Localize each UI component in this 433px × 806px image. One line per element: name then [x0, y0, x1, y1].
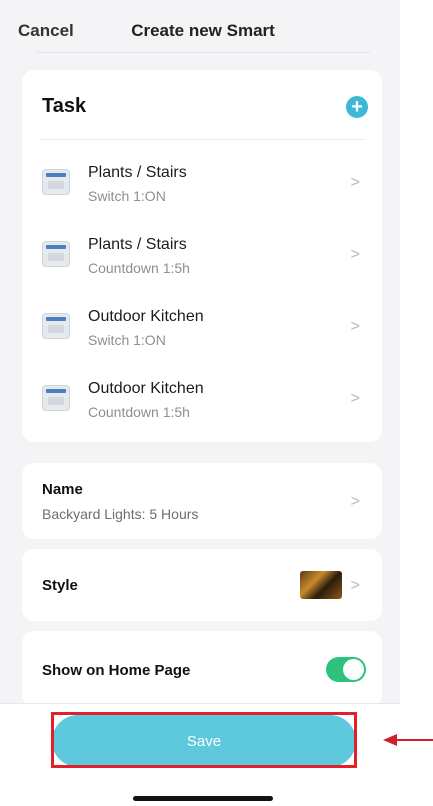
chevron-right-icon: > — [350, 174, 360, 191]
task-item[interactable]: Outdoor Kitchen Countdown 1:5h > — [22, 364, 382, 436]
task-item-status: Switch 1:ON — [88, 188, 166, 204]
style-thumbnail — [300, 571, 342, 599]
header: Cancel Create new Smart — [0, 0, 400, 56]
chevron-right-icon: > — [350, 493, 360, 510]
chevron-right-icon: > — [350, 318, 360, 335]
task-item-status: Countdown 1:5h — [88, 260, 190, 276]
show-on-home-label: Show on Home Page — [42, 662, 191, 679]
chevron-right-icon: > — [350, 246, 360, 263]
home-indicator — [133, 796, 273, 801]
task-divider — [40, 139, 364, 140]
task-item-name: Plants / Stairs — [88, 236, 187, 253]
chevron-right-icon: > — [350, 577, 360, 594]
header-divider — [36, 52, 370, 53]
task-item-status: Countdown 1:5h — [88, 404, 190, 420]
task-item[interactable]: Plants / Stairs Countdown 1:5h > — [22, 220, 382, 292]
task-card: Task + Plants / Stairs Switch 1:ON > Pla… — [22, 70, 382, 442]
device-icon — [42, 313, 70, 339]
device-icon — [42, 169, 70, 195]
name-row[interactable]: Name Backyard Lights: 5 Hours > — [22, 463, 382, 539]
task-item-name: Outdoor Kitchen — [88, 380, 204, 397]
page-title: Create new Smart — [131, 21, 275, 40]
style-row[interactable]: Style > — [22, 549, 382, 621]
task-heading: Task — [42, 95, 87, 117]
device-icon — [42, 241, 70, 267]
arrow-left-icon — [383, 734, 433, 746]
task-item-name: Plants / Stairs — [88, 164, 187, 181]
task-item[interactable]: Plants / Stairs Switch 1:ON > — [22, 148, 382, 220]
chevron-right-icon: > — [350, 390, 360, 407]
task-item[interactable]: Outdoor Kitchen Switch 1:ON > — [22, 292, 382, 364]
toggle-knob — [343, 659, 364, 680]
name-label: Name — [42, 481, 83, 498]
plus-circle-icon[interactable]: + — [346, 96, 368, 118]
show-on-home-toggle[interactable] — [326, 657, 366, 682]
show-on-home-row: Show on Home Page — [22, 631, 382, 707]
phone-screen: Cancel Create new Smart Task + Plants / … — [0, 0, 400, 806]
name-value: Backyard Lights: 5 Hours — [42, 506, 199, 522]
task-item-name: Outdoor Kitchen — [88, 308, 204, 325]
device-icon — [42, 385, 70, 411]
style-label: Style — [42, 577, 78, 594]
save-highlight-box — [51, 712, 357, 768]
task-item-status: Switch 1:ON — [88, 332, 166, 348]
